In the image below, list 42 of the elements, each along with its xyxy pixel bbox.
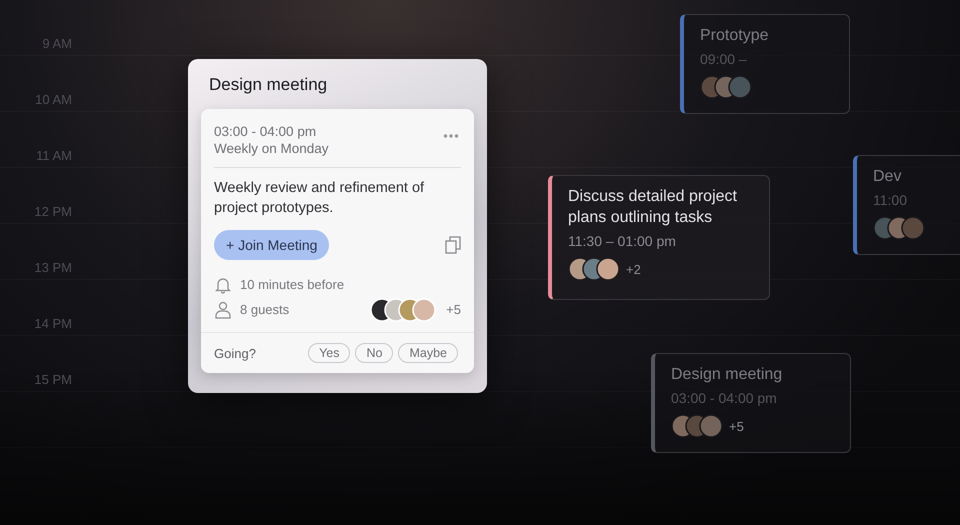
event-title: Discuss detailed project plans outlining tasks: [568, 187, 738, 228]
recurrence-label: Weekly on Monday: [214, 140, 329, 157]
rsvp-button[interactable]: Maybe: [398, 343, 458, 363]
join-meeting-button[interactable]: + Join Meeting: [214, 230, 330, 260]
time-label: 9 AM: [42, 36, 72, 53]
avatar-group: [700, 75, 752, 99]
event-time: 11:00: [873, 192, 908, 208]
event-time: 03:00 - 04:00 pm: [671, 390, 778, 406]
event-title: Design meeting: [671, 365, 784, 385]
event-card[interactable]: Design meeting 03:00 - 04:00 pm +5: [651, 353, 851, 453]
rsvp-button[interactable]: Yes: [308, 343, 350, 363]
reminder-label: 10 minutes before: [240, 277, 344, 292]
guest-count: +5: [729, 418, 744, 434]
time-label: 11 AM: [36, 148, 72, 165]
person-icon: [214, 300, 232, 318]
time-label: 14 PM: [34, 316, 72, 333]
avatar-group: [671, 414, 723, 438]
popup-title: Design meeting: [208, 75, 328, 96]
copy-icon[interactable]: [445, 236, 461, 254]
event-time: 03:00 - 04:00 pm: [214, 123, 318, 140]
time-label: 10 AM: [35, 92, 72, 109]
event-time: 11:30 – 01:00 pm: [568, 233, 677, 249]
event-title: Dev: [873, 167, 902, 187]
going-label: Going?: [214, 346, 256, 360]
guest-count: +2: [626, 262, 641, 276]
avatar-group: [568, 257, 620, 281]
avatar-group: [370, 298, 438, 322]
event-description: Weekly review and refinement of project prototypes.: [214, 179, 426, 218]
time-label: 15 PM: [34, 372, 72, 389]
avatar-group: [873, 216, 925, 240]
event-card[interactable]: Prototype 09:00 –: [680, 14, 850, 114]
time-label: 13 PM: [34, 260, 72, 277]
time-label: 12 PM: [34, 204, 72, 221]
bell-icon: [214, 276, 232, 294]
event-card[interactable]: Dev 11:00: [853, 155, 960, 255]
event-time: 09:00 –: [700, 51, 748, 67]
more-icon[interactable]: [443, 133, 459, 139]
rsvp-button[interactable]: No: [355, 343, 394, 363]
event-card[interactable]: Discuss detailed project plans outlining tasks 11:30 – 01:00 pm +2: [548, 175, 770, 300]
event-title: Prototype: [700, 26, 770, 46]
guest-count: +5: [446, 302, 461, 317]
guests-label: 8 guests: [240, 302, 290, 317]
